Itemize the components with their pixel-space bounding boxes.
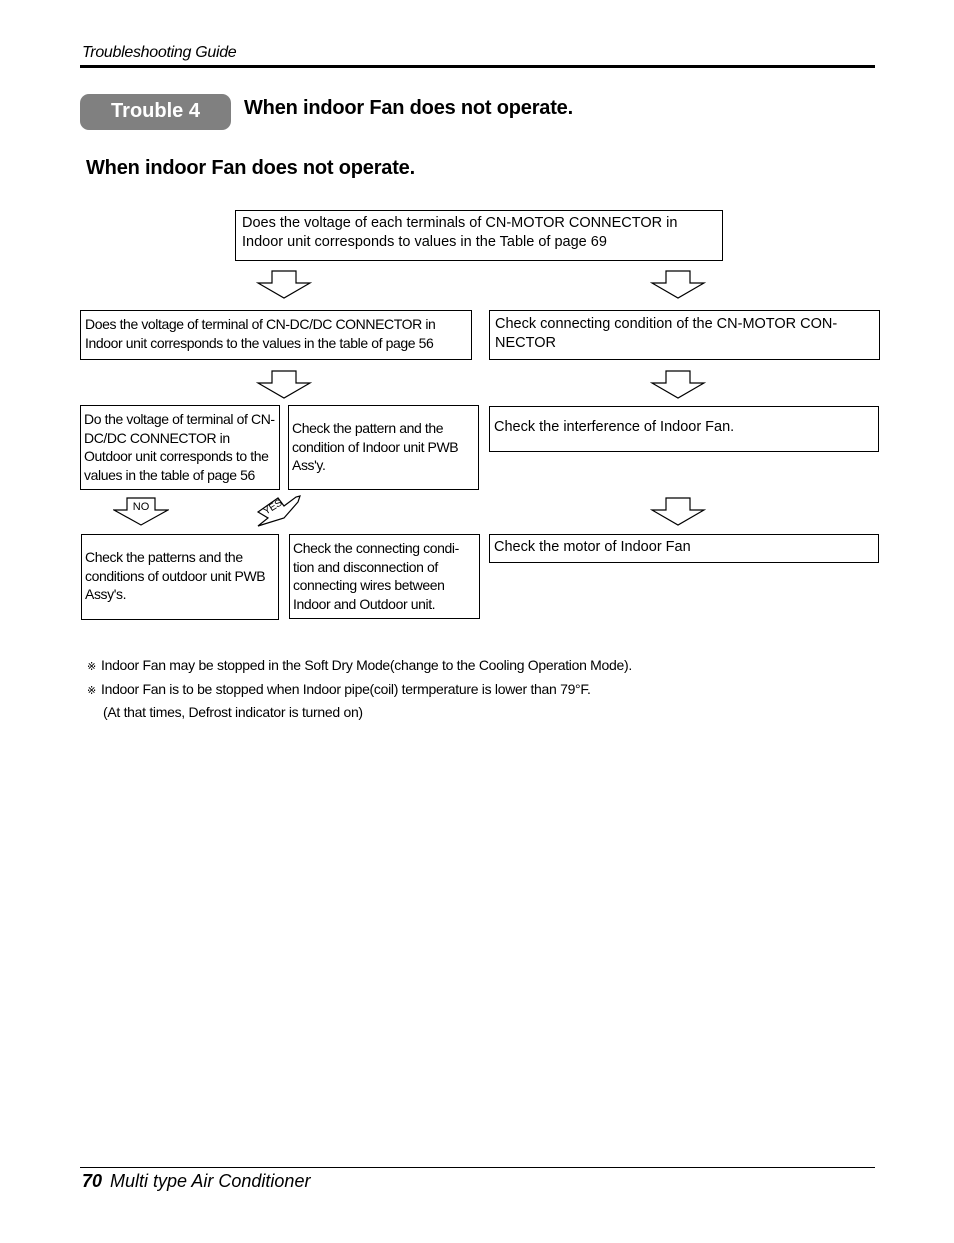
note-mark-icon: ※ [87,661,96,673]
no-arrow: NO [111,497,171,527]
down-arrow-icon [256,270,312,299]
trouble-title: When indoor Fan does not operate. [244,97,573,119]
note-text: Indoor Fan is to be stopped when Indoor … [101,681,591,697]
page-number: 70 [82,1171,103,1191]
section-title: When indoor Fan does not operate. [86,157,415,179]
no-label: NO [132,501,150,513]
outdoor-dcdc-question-box: Do the voltage of terminal of CN-DC/DC C… [80,405,280,490]
footer-rule [80,1167,875,1168]
running-header: Troubleshooting Guide [82,44,237,61]
note-text: Indoor Fan may be stopped in the Soft Dr… [101,657,632,673]
check-motor-box: Check the motor of Indoor Fan [489,534,879,563]
yes-arrow: YES [254,490,306,530]
trouble-badge: Trouble 4 [80,94,231,130]
note-mark-icon: ※ [87,685,96,697]
check-cn-motor-box: Check connecting condition of the CN-MOT… [489,310,880,360]
page-footer: 70 Multi type Air Conditioner [82,1171,310,1192]
down-arrow-icon [256,370,312,399]
down-arrow-icon [650,370,706,399]
indoor-dcdc-question-box: Does the voltage of terminal of CN-DC/DC… [80,310,472,360]
check-interference-box: Check the interference of Indoor Fan. [489,406,879,452]
footer-title: Multi type Air Conditioner [110,1171,311,1191]
check-wiring-box: Check the connecting condi-tion and disc… [289,534,480,619]
note-continuation: (At that times, Defrost indicator is tur… [103,704,363,720]
header-rule [80,65,875,68]
down-arrow-icon [650,270,706,299]
check-indoor-pwb-box: Check the pattern and the condition of I… [288,405,479,490]
note-2: ※ Indoor Fan is to be stopped when Indoor… [87,681,591,697]
down-arrow-icon [650,497,706,526]
note-1: ※ Indoor Fan may be stopped in the Soft D… [87,657,632,673]
check-outdoor-pwb-box: Check the patterns and the conditions of… [81,534,279,620]
start-question-box: Does the voltage of each terminals of CN… [235,210,723,261]
